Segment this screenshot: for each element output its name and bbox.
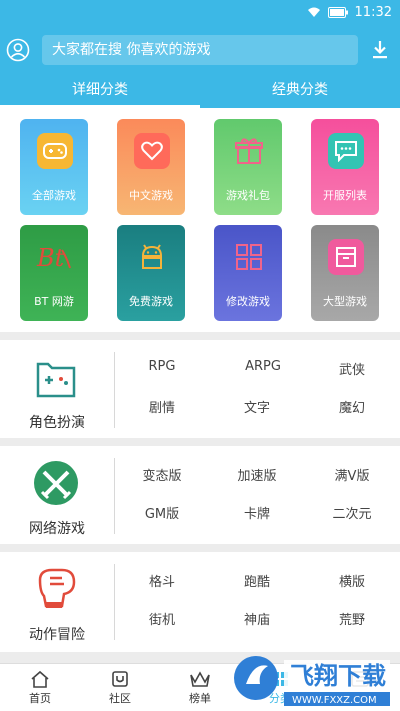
tag-link[interactable]: 神庙 (212, 609, 302, 628)
tile-game-gifts[interactable]: 游戏礼包 (214, 119, 282, 215)
divider (114, 564, 115, 640)
tag-link[interactable]: 荒野 (307, 609, 397, 628)
nav-label: 首页 (29, 691, 51, 705)
tag-link[interactable]: 卡牌 (212, 503, 302, 522)
tile-modded-games[interactable]: 修改游戏 (214, 225, 282, 321)
tile-label: 开服列表 (323, 189, 367, 202)
tag-link[interactable]: 剧情 (117, 397, 207, 416)
gift-icon (231, 133, 267, 169)
category-grid: 全部游戏 中文游戏 游戏礼包 开服列表 Bt BT 网游 免费游戏 修改游戏 大… (0, 108, 400, 332)
svg-text:WWW.FXXZ.COM: WWW.FXXZ.COM (292, 695, 377, 706)
grid-icon (231, 239, 267, 275)
svg-text:飞翔下载: 飞翔下载 (290, 662, 386, 690)
tile-label: 修改游戏 (226, 295, 270, 308)
community-icon (112, 670, 128, 687)
bt-icon: Bt (34, 239, 76, 275)
tag-link[interactable]: 加速版 (212, 465, 302, 484)
wifi-icon (307, 6, 321, 18)
home-icon (31, 670, 49, 688)
chat-icon (328, 133, 364, 169)
tab-detailed[interactable]: 详细分类 (0, 76, 200, 108)
controller-folder-icon (28, 350, 84, 406)
tag-link[interactable]: 魔幻 (307, 397, 397, 416)
tag-link[interactable]: 街机 (117, 609, 207, 628)
status-time: 11:32 (354, 4, 392, 20)
crossed-swords-icon (28, 456, 84, 512)
svg-text:Bt: Bt (36, 244, 65, 272)
nav-label: 榜单 (189, 691, 211, 705)
tile-chinese-games[interactable]: 中文游戏 (117, 119, 185, 215)
divider (0, 332, 400, 340)
tag-link[interactable]: RPG (117, 359, 207, 374)
nav-label: 社区 (109, 691, 131, 705)
android-icon (134, 239, 170, 275)
tag-link[interactable]: 武侠 (307, 359, 397, 378)
tile-label: 中文游戏 (129, 189, 173, 202)
box-icon (328, 239, 364, 275)
tile-label: 游戏礼包 (226, 189, 270, 202)
boxing-glove-icon (28, 562, 84, 618)
divider (0, 544, 400, 552)
tile-all-games[interactable]: 全部游戏 (20, 119, 88, 215)
tag-link[interactable]: 变态版 (117, 465, 207, 484)
tag-link[interactable]: 满V版 (307, 465, 397, 484)
tile-label: BT 网游 (34, 295, 74, 308)
tab-classic[interactable]: 经典分类 (200, 76, 400, 108)
search-input[interactable]: 大家都在搜 你喜欢的游戏 (42, 35, 358, 65)
category-tabs: 详细分类 经典分类 (0, 76, 400, 108)
status-bar: 11:32 (0, 0, 400, 24)
tile-label: 免费游戏 (129, 295, 173, 308)
nav-ranking[interactable]: 榜单 (160, 664, 240, 711)
tile-label: 大型游戏 (323, 295, 367, 308)
tag-link[interactable]: 二次元 (307, 503, 397, 522)
site-watermark-logo: 飞翔下载 WWW.FXXZ.COM (232, 650, 394, 708)
top-bar: 大家都在搜 你喜欢的游戏 (0, 24, 400, 76)
tag-link[interactable]: 跑酷 (212, 571, 302, 590)
category-title: 动作冒险 (29, 627, 85, 643)
divider (0, 438, 400, 446)
nav-community[interactable]: 社区 (80, 664, 160, 711)
battery-icon (327, 6, 348, 18)
download-icon[interactable] (370, 39, 390, 61)
category-action-adventure[interactable]: 动作冒险 格斗 跑酷 横版 街机 神庙 荒野 (0, 552, 400, 652)
crown-icon (190, 670, 210, 687)
tile-label: 全部游戏 (32, 189, 76, 202)
user-avatar-icon[interactable] (6, 38, 30, 62)
category-online-games[interactable]: 网络游戏 变态版 加速版 满V版 GM版 卡牌 二次元 (0, 446, 400, 546)
tag-link[interactable]: GM版 (117, 503, 207, 522)
divider (114, 352, 115, 428)
tile-large-games[interactable]: 大型游戏 (311, 225, 379, 321)
category-role-playing[interactable]: 角色扮演 RPG ARPG 武侠 剧情 文字 魔幻 (0, 340, 400, 440)
heart-icon (134, 133, 170, 169)
gamepad-icon (37, 133, 73, 169)
tag-link[interactable]: ARPG (218, 359, 308, 374)
tag-link[interactable]: 格斗 (117, 571, 207, 590)
tag-link[interactable]: 横版 (307, 571, 397, 590)
nav-home[interactable]: 首页 (0, 664, 80, 711)
tile-server-list[interactable]: 开服列表 (311, 119, 379, 215)
divider (114, 458, 115, 534)
tag-link[interactable]: 文字 (212, 397, 302, 416)
tile-free-games[interactable]: 免费游戏 (117, 225, 185, 321)
tile-bt-online[interactable]: Bt BT 网游 (20, 225, 88, 321)
category-title: 角色扮演 (29, 415, 85, 431)
category-title: 网络游戏 (29, 521, 85, 537)
